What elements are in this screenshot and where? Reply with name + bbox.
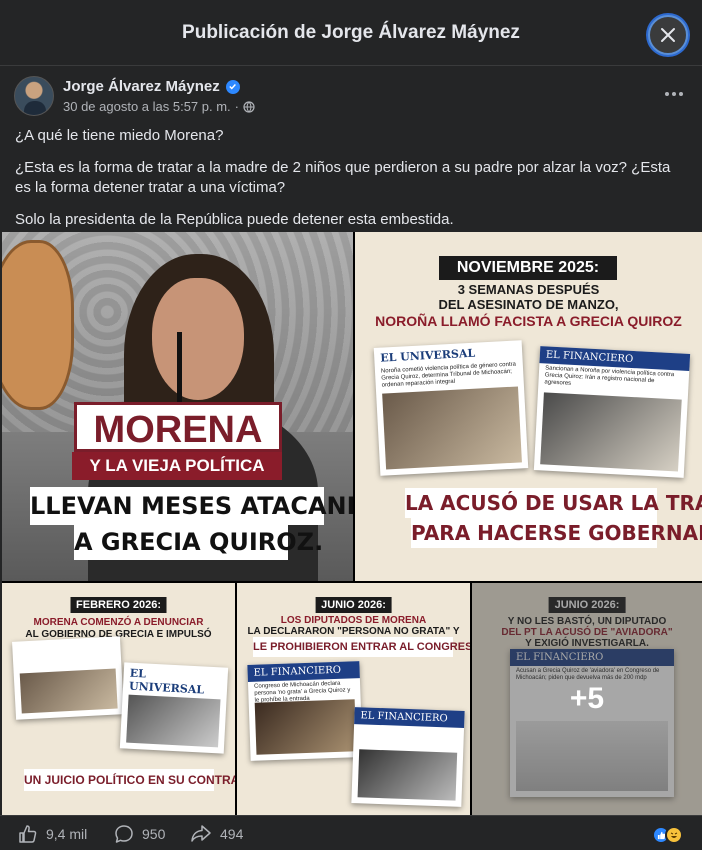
image-tile-noviembre-2025[interactable]: NOVIEMBRE 2025: 3 SEMANAS DESPUÉS DEL AS… xyxy=(355,232,702,581)
image-subheading-red: LOS DIPUTADOS DE MORENA xyxy=(280,615,427,626)
more-dot xyxy=(672,92,676,96)
image-text-vieja-politica: Y LA VIEJA POLÍTICA xyxy=(72,452,282,480)
news-clipping: EL UNIVERSAL Noroña cometió violencia po… xyxy=(373,340,529,476)
image-subheading-red: NOROÑA LLAMÓ FACISTA A GRECIA QUIROZ xyxy=(375,313,682,329)
image-subheading-line: DEL ASESINATO DE MANZO, xyxy=(438,297,619,312)
image-subheading-line: 3 SEMANAS DESPUÉS xyxy=(457,282,600,297)
clipping-photo xyxy=(357,749,458,801)
close-icon xyxy=(661,28,675,42)
post-paragraph: ¿A qué le tiene miedo Morena? xyxy=(15,127,224,144)
share-count: 494 xyxy=(220,826,244,842)
news-clipping: EL FINANCIERO Sancionan a Noroña por vio… xyxy=(533,346,691,478)
modal-header: Publicación de Jorge Álvarez Máynez xyxy=(0,0,702,66)
image-subheading: 3 SEMANAS DESPUÉS DEL ASESINATO DE MANZO… xyxy=(355,282,702,312)
post-paragraph: ¿Esta es la forma de tratar a la madre d… xyxy=(15,159,671,196)
image-tile-febrero-2026[interactable]: FEBRERO 2026: MORENA COMENZÓ A DENUNCIAR… xyxy=(2,583,235,815)
news-clipping xyxy=(12,636,124,720)
image-text-morena: MORENA xyxy=(74,402,282,452)
thumbs-up-icon xyxy=(19,825,37,843)
post-meta: 30 de agosto a las 5:57 p. m. · xyxy=(63,99,255,114)
image-tile-morena[interactable]: MORENA Y LA VIEJA POLÍTICA LLEVAN MESES … xyxy=(2,232,353,581)
more-dot xyxy=(665,92,669,96)
image-tile-junio-2026-congreso[interactable]: JUNIO 2026: LOS DIPUTADOS DE MORENA LA D… xyxy=(237,583,470,815)
meta-separator: · xyxy=(234,99,240,114)
image-text-llevan-meses: LLEVAN MESES ATACANDO xyxy=(30,487,353,525)
like-button[interactable]: 9,4 mil xyxy=(18,824,87,844)
clipping-photo xyxy=(19,668,118,714)
share-button[interactable]: 494 xyxy=(190,824,243,844)
image-text-grecia-quiroz: A GRECIA QUIROZ. xyxy=(74,524,323,560)
laugh-reaction-icon xyxy=(665,826,683,844)
image-text-gobernadora: PARA HACERSE GOBERNADORA. xyxy=(411,518,702,548)
image-heading: JUNIO 2026: xyxy=(315,597,392,613)
image-text-juicio-politico: UN JUICIO POLÍTICO EN SU CONTRA. xyxy=(24,769,235,791)
clipping-photo xyxy=(540,392,682,472)
image-text-prohibieron: LE PROHIBIERON ENTRAR AL CONGRESO. xyxy=(253,637,470,657)
image-heading: FEBRERO 2026: xyxy=(70,597,167,613)
image-tile-junio-2026-aviadora[interactable]: JUNIO 2026: Y NO LES BASTÓ, UN DIPUTADO … xyxy=(472,583,702,815)
post-timestamp[interactable]: 30 de agosto a las 5:57 p. m. xyxy=(63,99,231,114)
clipping-masthead: EL FINANCIERO xyxy=(354,707,465,728)
like-count: 9,4 mil xyxy=(46,826,88,842)
speaker-face xyxy=(152,278,244,400)
verified-badge-icon xyxy=(225,79,240,94)
modal-title: Publicación de Jorge Álvarez Máynez xyxy=(182,22,520,43)
news-clipping: EL UNIVERSAL xyxy=(119,662,229,754)
post-body: ¿A qué le tiene miedo Morena? ¿Esta es l… xyxy=(15,126,690,242)
avatar[interactable] xyxy=(14,76,54,116)
author-name[interactable]: Jorge Álvarez Máynez xyxy=(63,78,220,95)
post-header: Jorge Álvarez Máynez 30 de agosto a las … xyxy=(0,66,702,122)
image-text-acuso: LA ACUSÓ DE USAR LA TRAGEDIA xyxy=(405,488,702,518)
clipping-photo xyxy=(382,386,522,470)
image-subheading: LA DECLARARON "PERSONA NO GRATA" Y xyxy=(247,626,460,637)
post-paragraph: Solo la presidenta de la República puede… xyxy=(15,211,454,228)
clipping-photo xyxy=(126,694,221,748)
close-button[interactable] xyxy=(648,15,688,55)
clipping-photo xyxy=(254,699,357,755)
globe-icon xyxy=(243,100,255,113)
image-subheading-red: MORENA COMENZÓ A DENUNCIAR xyxy=(33,617,204,628)
reaction-summary[interactable] xyxy=(652,826,683,844)
news-clipping: EL FINANCIERO Congreso de Michoacán decl… xyxy=(247,661,363,761)
comment-icon xyxy=(115,825,133,843)
hat-shape xyxy=(2,240,74,410)
media-grid: MORENA Y LA VIEJA POLÍTICA LLEVAN MESES … xyxy=(2,232,702,815)
more-images-count: +5 xyxy=(569,682,605,715)
comment-button[interactable]: 950 xyxy=(114,824,165,844)
comment-count: 950 xyxy=(142,826,166,842)
more-options-button[interactable] xyxy=(662,84,686,104)
more-dot xyxy=(679,92,683,96)
share-icon xyxy=(191,825,211,842)
more-images-overlay[interactable]: +5 xyxy=(472,583,702,815)
news-clipping: EL FINANCIERO xyxy=(351,707,465,807)
post-actions: 9,4 mil 950 494 xyxy=(0,815,702,850)
image-heading: NOVIEMBRE 2025: xyxy=(439,256,617,280)
author-row: Jorge Álvarez Máynez xyxy=(63,78,240,95)
